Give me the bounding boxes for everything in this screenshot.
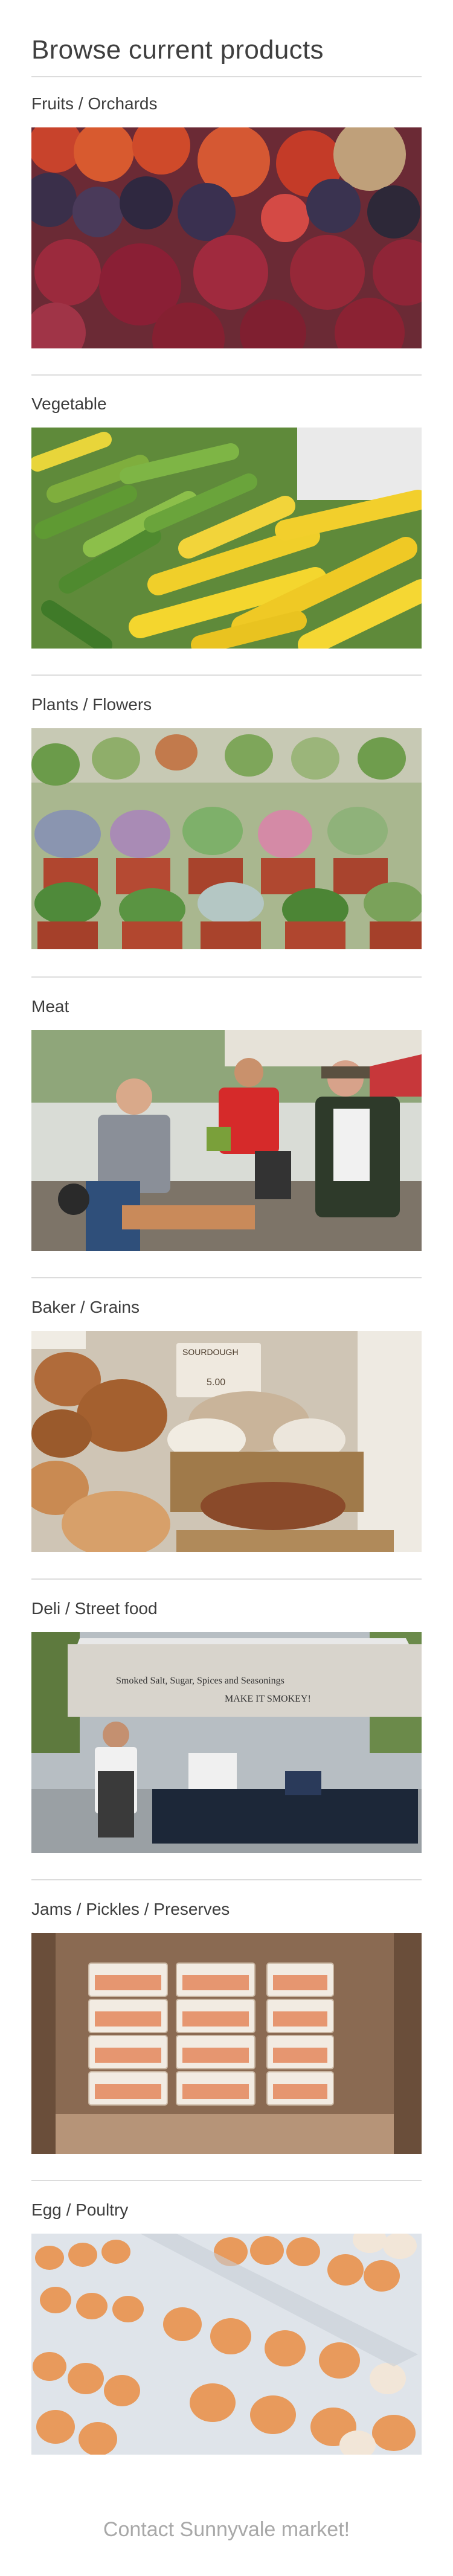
- jars-photo-icon[interactable]: [31, 1933, 422, 2154]
- product-browse-page: Browse current products Fruits / Orchard…: [0, 0, 453, 2576]
- title-divider: [31, 76, 422, 77]
- category-plants[interactable]: Plants / Flowers: [31, 694, 422, 949]
- section-divider: [31, 1277, 422, 1278]
- contact-link[interactable]: Contact Sunnyvale market!: [0, 2518, 453, 2542]
- food-tent-photo-icon[interactable]: Smoked Salt, Sugar, Spices and Seasoning…: [31, 1632, 422, 1853]
- bread-sign-text: SOURDOUGH: [182, 1347, 239, 1357]
- section-divider: [31, 1578, 422, 1580]
- category-baker-label[interactable]: Baker / Grains: [31, 1297, 422, 1318]
- section-divider: [31, 1879, 422, 1880]
- category-eggs[interactable]: Egg / Poultry: [31, 2200, 422, 2455]
- category-baker[interactable]: Baker / Grains SOURDOUGH 5.00: [31, 1297, 422, 1552]
- category-deli[interactable]: Deli / Street food Smoked Salt, Sugar, S…: [31, 1598, 422, 1853]
- category-deli-label[interactable]: Deli / Street food: [31, 1598, 422, 1619]
- bread-basket-photo-icon[interactable]: SOURDOUGH 5.00: [31, 1331, 422, 1552]
- squash-photo-icon[interactable]: [31, 428, 422, 649]
- category-jams[interactable]: Jams / Pickles / Preserves: [31, 1899, 422, 2154]
- category-plants-label[interactable]: Plants / Flowers: [31, 694, 422, 715]
- section-divider: [31, 2180, 422, 2181]
- deli-banner-line1: Smoked Salt, Sugar, Spices and Seasoning…: [116, 1676, 284, 1686]
- deli-banner-line2: MAKE IT SMOKEY!: [225, 1694, 311, 1704]
- category-fruits-label[interactable]: Fruits / Orchards: [31, 94, 422, 114]
- category-vegetable-label[interactable]: Vegetable: [31, 394, 422, 414]
- bread-price-text: 5.00: [207, 1377, 225, 1388]
- plums-photo-icon[interactable]: [31, 127, 422, 348]
- market-vendors-photo-icon[interactable]: [31, 1030, 422, 1251]
- category-vegetable[interactable]: Vegetable: [31, 394, 422, 649]
- page-title: Browse current products: [31, 35, 324, 65]
- category-meat-label[interactable]: Meat: [31, 996, 422, 1017]
- category-eggs-label[interactable]: Egg / Poultry: [31, 2200, 422, 2220]
- section-divider: [31, 674, 422, 676]
- section-divider: [31, 976, 422, 978]
- category-meat[interactable]: Meat: [31, 996, 422, 1251]
- succulents-photo-icon[interactable]: [31, 728, 422, 949]
- section-divider: [31, 374, 422, 376]
- egg-cartons-photo-icon[interactable]: [31, 2234, 422, 2455]
- category-fruits[interactable]: Fruits / Orchards: [31, 94, 422, 348]
- category-jams-label[interactable]: Jams / Pickles / Preserves: [31, 1899, 422, 1920]
